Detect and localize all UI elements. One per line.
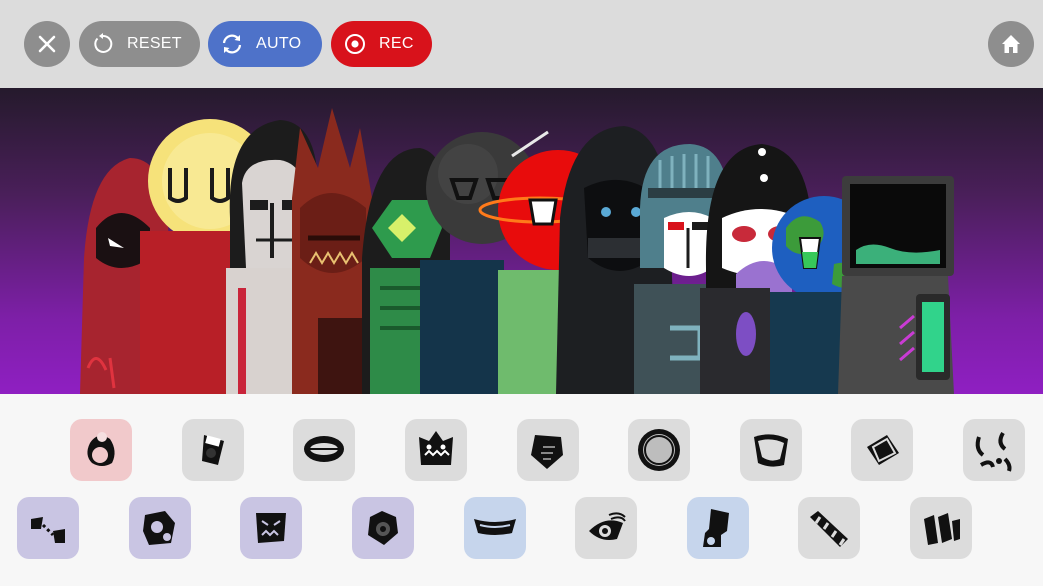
gears-sound-icon (143, 511, 175, 545)
sound-slot-sun-gear[interactable] (628, 419, 690, 481)
sound-slot-swirl[interactable] (963, 419, 1025, 481)
sound-slot-diamond[interactable] (851, 419, 913, 481)
top-toolbar: RESET AUTO REC (0, 0, 1043, 88)
rec-label: REC (379, 35, 414, 52)
character-monitor-robot[interactable] (838, 176, 954, 394)
rose-sound-icon (368, 511, 398, 545)
sound-slot-monster-face[interactable] (405, 419, 467, 481)
reset-button[interactable]: RESET (79, 21, 200, 67)
mouth-sound-icon (304, 436, 344, 462)
sound-slot-mask[interactable] (740, 419, 802, 481)
panels-sound-icon (924, 513, 960, 545)
sound-slot-plug[interactable] (687, 497, 749, 559)
sound-slot-shard[interactable] (517, 419, 579, 481)
sun-gear-sound-icon (638, 429, 680, 471)
sound-palette (0, 394, 1043, 586)
auto-cycle-icon (220, 32, 244, 56)
sound-slot-eye[interactable] (575, 497, 637, 559)
cup-sound-icon (202, 435, 224, 465)
shard-sound-icon (531, 435, 563, 469)
eye-sound-icon (589, 512, 626, 540)
sound-slot-visor[interactable] (464, 497, 526, 559)
tape-sound-icon (31, 517, 65, 543)
monster-face-sound-icon (419, 431, 453, 465)
home-button[interactable] (988, 21, 1034, 67)
close-button[interactable] (24, 21, 70, 67)
home-icon (1002, 35, 1020, 53)
character-horned-demon[interactable] (292, 108, 372, 394)
sound-slot-panels[interactable] (910, 497, 972, 559)
reset-icon (91, 32, 115, 56)
sound-slot-mouth[interactable] (293, 419, 355, 481)
record-icon (343, 32, 367, 56)
sound-slot-tape[interactable] (17, 497, 79, 559)
auto-label: AUTO (256, 35, 302, 52)
pink-creature-sound-icon (87, 432, 115, 466)
visor-sound-icon (474, 519, 516, 535)
rec-button[interactable]: REC (331, 21, 432, 67)
swirl-sound-icon (975, 431, 1012, 472)
reset-label: RESET (127, 35, 182, 52)
sound-slot-pink-creature[interactable] (70, 419, 132, 481)
claw-face-sound-icon (256, 513, 286, 543)
sound-slot-cup[interactable] (182, 419, 244, 481)
sound-slot-gears[interactable] (129, 497, 191, 559)
sound-slot-claw-face[interactable] (240, 497, 302, 559)
plug-sound-icon (703, 509, 729, 547)
character-stage (0, 88, 1043, 394)
diamond-sound-icon (867, 435, 899, 465)
stripes-sound-icon (810, 511, 848, 547)
auto-button[interactable]: AUTO (208, 21, 322, 67)
sound-slot-rose[interactable] (352, 497, 414, 559)
sound-slot-stripes[interactable] (798, 497, 860, 559)
mask-sound-icon (754, 434, 788, 467)
close-icon (38, 35, 56, 53)
